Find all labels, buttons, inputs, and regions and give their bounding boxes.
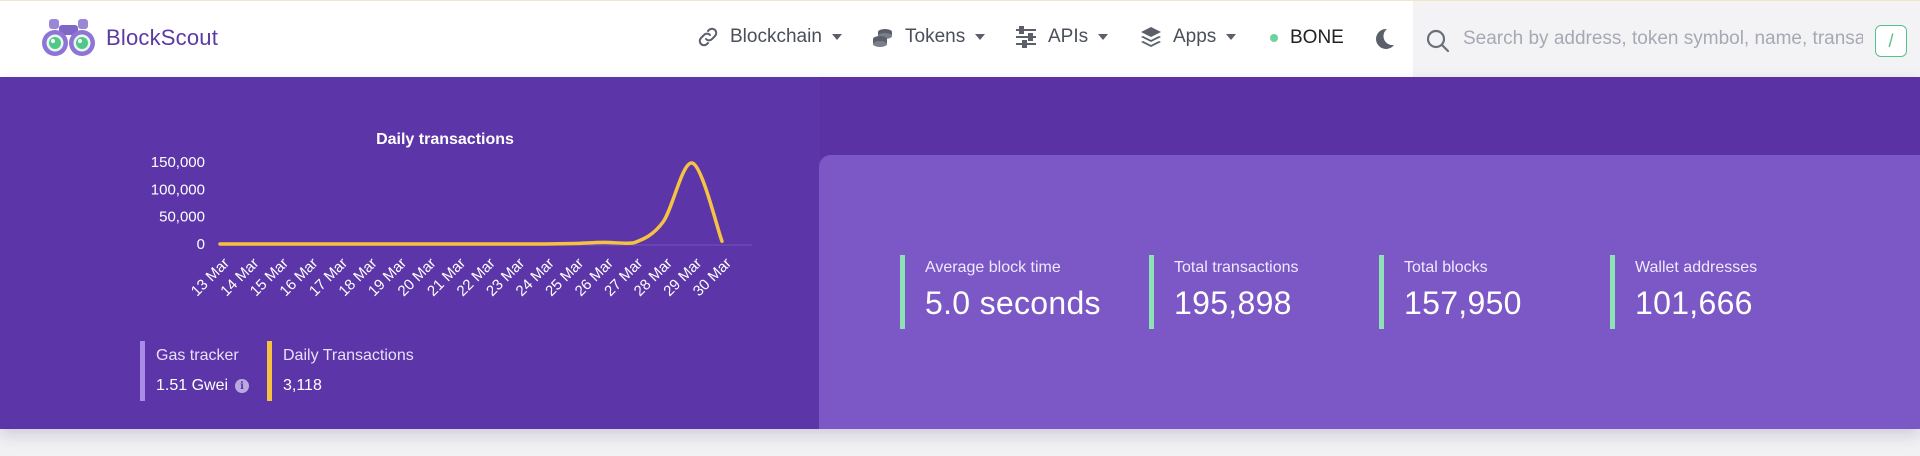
daily-transactions-value: 3,118 — [283, 377, 322, 394]
summary-stats-panel: Average block time 5.0 seconds Total tra… — [819, 155, 1920, 429]
moon-icon[interactable] — [1372, 27, 1396, 51]
y-tick-label: 100,000 — [151, 181, 205, 198]
stat-value: 157,950 — [1404, 285, 1522, 321]
search-icon — [1426, 29, 1450, 53]
top-nav-bar: BlockScout Blockchain Tokens APIs Apps B… — [0, 0, 1920, 78]
nav-apis[interactable]: APIs — [1014, 25, 1109, 49]
chevron-down-icon — [975, 34, 986, 40]
sliders-icon — [1014, 25, 1038, 49]
gas-tracker-label: Gas tracker — [156, 347, 239, 364]
stat-label: Wallet addresses — [1635, 259, 1758, 276]
network-name: BONE — [1290, 27, 1344, 48]
brand-logo[interactable]: BlockScout — [41, 19, 218, 57]
network-status-dot — [1270, 34, 1278, 42]
series-line — [218, 161, 724, 246]
chart-area: Daily transactions 0 50,000 100,000 150,000… — [0, 77, 820, 429]
stat-average-block-time: Average block time 5.0 seconds — [900, 255, 1101, 329]
gas-tracker-value: 1.51 Gwei i — [156, 377, 250, 395]
network-selector[interactable]: BONE — [1270, 27, 1344, 49]
nav-apps[interactable]: Apps — [1139, 25, 1237, 49]
stat-value: 101,666 — [1635, 285, 1753, 321]
nav-blockchain[interactable]: Blockchain — [696, 25, 842, 49]
nav-blockchain-label: Blockchain — [730, 26, 822, 47]
nav-apis-label: APIs — [1048, 26, 1089, 47]
nav-apps-label: Apps — [1173, 26, 1217, 47]
binoculars-icon — [42, 19, 95, 56]
nav-tokens[interactable]: Tokens — [871, 25, 986, 49]
link-icon — [696, 25, 720, 49]
daily-transactions-label: Daily Transactions — [283, 347, 414, 364]
gas-tracker-amount: 1.51 Gwei — [156, 377, 229, 394]
stat-label: Total transactions — [1174, 259, 1299, 276]
y-tick-label: 50,000 — [159, 209, 205, 226]
search-input[interactable] — [1463, 19, 1863, 59]
stat-wallet-addresses: Wallet addresses 101,666 — [1610, 255, 1757, 329]
stat-value: 195,898 — [1174, 285, 1292, 321]
search-shortcut-key: / — [1875, 25, 1907, 57]
gas-tracker-stat: Gas tracker 1.51 Gwei i — [140, 341, 250, 401]
stat-total-blocks: Total blocks 157,950 — [1379, 255, 1522, 329]
chevron-down-icon — [831, 34, 842, 40]
daily-transactions-stat: Daily Transactions 3,118 — [267, 341, 414, 401]
chevron-down-icon — [1226, 34, 1237, 40]
coins-icon — [871, 25, 895, 49]
stat-value: 5.0 seconds — [925, 285, 1101, 321]
search-bar — [1413, 1, 1920, 78]
y-tick-label: 0 — [197, 236, 205, 253]
stat-total-transactions: Total transactions 195,898 — [1149, 255, 1299, 329]
stat-label: Average block time — [925, 259, 1061, 276]
chevron-down-icon — [1098, 34, 1109, 40]
stats-dashboard: Daily transactions 0 50,000 100,000 150,000… — [0, 77, 1920, 429]
stat-label: Total blocks — [1404, 259, 1488, 276]
info-icon[interactable]: i — [235, 379, 250, 393]
layers-icon — [1139, 25, 1163, 49]
brand-name: BlockScout — [106, 25, 219, 50]
y-tick-label: 150,000 — [151, 154, 205, 171]
nav-tokens-label: Tokens — [905, 26, 966, 47]
